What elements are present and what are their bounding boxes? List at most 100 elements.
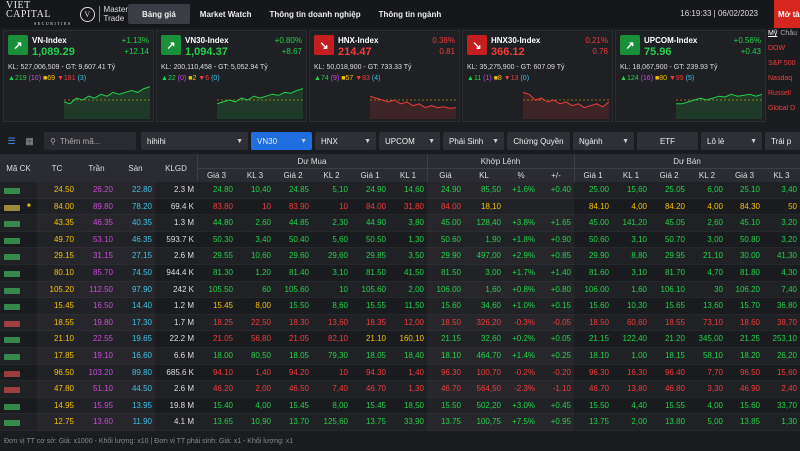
column-header[interactable]: KLGD — [155, 164, 197, 173]
column-header[interactable]: Giá 1 — [574, 171, 612, 180]
watchlist-select[interactable]: hihihi ▼ — [141, 132, 248, 150]
column-header[interactable]: +/- — [538, 171, 574, 180]
cell-sk3: 15,60 — [776, 367, 797, 377]
list-view-icon[interactable]: ☰ — [5, 135, 18, 148]
stock-symbol-redacted[interactable] — [4, 370, 20, 377]
search-input[interactable]: ⚲ Thêm mã... — [44, 132, 136, 150]
column-header[interactable]: KL 2 — [312, 171, 351, 180]
stock-symbol-redacted[interactable] — [4, 403, 20, 410]
column-header[interactable]: Trần — [77, 164, 116, 173]
stock-symbol-redacted[interactable] — [4, 420, 20, 427]
index-card[interactable]: ↘ HNX-Index 214.47 0.38% 0.81 KL: 50,018… — [309, 30, 460, 122]
flag-icon: ■ — [27, 202, 31, 209]
column-header[interactable]: KL 3 — [763, 171, 800, 180]
board-select-derivatives[interactable]: Phái Sinh ▼ — [443, 132, 504, 150]
column-header[interactable]: Giá 2 — [650, 171, 688, 180]
column-header[interactable]: % — [504, 171, 538, 180]
index-card[interactable]: ↘ HNX30-Index 366.12 0.21% 0.76 KL: 35,2… — [462, 30, 613, 122]
index-card[interactable]: ↗ VN-Index 1,089.29 +1.13% +12.14 KL: 52… — [3, 30, 154, 122]
world-tab-us[interactable]: Mỹ — [768, 30, 777, 37]
cell-s2: 15.65 — [664, 301, 685, 311]
nav-industry-info[interactable]: Thông tin ngành — [371, 4, 450, 24]
table-row[interactable]: 12.75 13.60 11.90 4.1 M 13.65 10,90 13.70 125,6… — [0, 414, 800, 431]
board-select-bonds[interactable]: Trái p — [765, 132, 800, 150]
unchanged: 57 — [345, 75, 354, 82]
logo[interactable]: VIET CAPITAL SECURITIES V Master Trade — [0, 0, 128, 28]
index-card[interactable]: ↗ VN30-Index 1,094.37 +0.80% +8.67 KL: 2… — [156, 30, 307, 122]
index-value: 75.96 — [644, 46, 672, 58]
cell-p: 81.50 — [440, 268, 461, 277]
stock-symbol-redacted[interactable] — [4, 221, 20, 228]
stock-symbol-redacted[interactable] — [4, 237, 20, 244]
table-row[interactable]: 105.20 112.50 97.90 242 K 105.50 60 105.60 10 10… — [0, 281, 800, 299]
stock-symbol-redacted[interactable] — [4, 304, 20, 311]
ceiling-count: (9) — [330, 75, 340, 82]
stock-symbol-redacted[interactable] — [4, 354, 20, 360]
open-account-button[interactable]: Mở tài khoản — [774, 0, 800, 28]
table-row[interactable]: 24.50 26.20 22.80 2.3 M 24.80 10,40 24.85 5,10 2… — [0, 182, 800, 199]
table-row[interactable]: ■ 84.00 89.80 78.20 69.4 K 83.80 10 83.90 10 84.0… — [0, 198, 800, 216]
world-item[interactable]: DOW — [768, 45, 800, 52]
column-header[interactable]: Sàn — [116, 164, 155, 173]
table-row[interactable]: 29.15 31.15 27.15 2.6 M 29.55 10,60 29.60 29,60… — [0, 248, 800, 265]
column-header[interactable]: Giá 1 — [351, 171, 389, 180]
stock-symbol-redacted[interactable] — [4, 204, 20, 211]
world-tab-asia[interactable]: Châu — [780, 30, 797, 37]
board-etf[interactable]: ETF — [637, 132, 698, 150]
stock-symbol-redacted[interactable] — [4, 254, 20, 261]
table-row[interactable]: 17.85 19.10 16.60 6.6 M 18.00 80,50 18.05 79,30… — [0, 348, 800, 365]
world-item[interactable]: S&P 500 — [768, 60, 800, 67]
board-select-odd-lot[interactable]: Lô lẻ ▼ — [701, 132, 762, 150]
cell-tran: 19.80 — [92, 317, 113, 327]
breadth-up-icon: ▲ — [467, 75, 474, 82]
cell-s2: 25.05 — [664, 185, 685, 194]
cell-sk2: 2,60 — [707, 218, 723, 228]
stock-symbol-redacted[interactable] — [4, 320, 20, 327]
column-header[interactable]: Giá 2 — [274, 171, 312, 180]
world-item[interactable]: Russell — [768, 90, 800, 97]
column-header[interactable]: Giá 3 — [726, 171, 763, 180]
table-row[interactable]: 43.35 46.35 40.35 1.3 M 44.80 2,60 44.85 2,30 44… — [0, 215, 800, 232]
board-warrants[interactable]: Chứng Quyền — [507, 132, 570, 150]
column-header[interactable]: KL 1 — [612, 171, 650, 180]
grid-view-icon[interactable]: ▦ — [23, 135, 36, 148]
column-header[interactable]: KL — [464, 171, 504, 180]
column-header[interactable]: KL 1 — [389, 171, 427, 180]
table-row[interactable]: 18.55 19.80 17.30 1.7 M 18.25 22,50 18.30 13,60… — [0, 314, 800, 332]
cell-p: 24.90 — [440, 185, 461, 194]
stock-symbol-redacted[interactable] — [4, 188, 20, 194]
cell-b1: 21.10 — [365, 334, 386, 344]
board-select-vn30[interactable]: VN30 ▼ — [251, 132, 312, 150]
cell-s2: 46.80 — [664, 384, 685, 394]
table-row[interactable]: 15.45 16.50 14.40 1.2 M 15.45 8,00 15.50 8,60 15… — [0, 298, 800, 315]
cell-s1: 45.00 — [588, 218, 609, 228]
stock-symbol-redacted[interactable] — [4, 271, 20, 277]
table-row[interactable]: 80.10 85.70 74.50 944.4 K 81.30 1,20 81.40 3,10… — [0, 265, 800, 282]
column-header[interactable]: Giá — [427, 171, 464, 180]
column-header[interactable]: KL 2 — [688, 171, 726, 180]
column-header[interactable]: Mã CK — [0, 164, 37, 173]
cell-s1: 81.60 — [588, 268, 609, 277]
world-item[interactable]: Global D — [768, 105, 800, 112]
board-select-hnx[interactable]: HNX ▼ — [315, 132, 376, 150]
cell-sk1: 8,80 — [631, 251, 647, 261]
column-header[interactable]: KL 3 — [236, 171, 274, 180]
nav-market-watch[interactable]: Market Watch — [192, 4, 260, 24]
world-item[interactable]: Nasdaq — [768, 75, 800, 82]
table-row[interactable]: 21.10 22.55 19.65 22.2 M 21.05 56,80 21.05 82,1… — [0, 331, 800, 348]
stock-symbol-redacted[interactable] — [4, 287, 20, 294]
nav-company-info[interactable]: Thông tin doanh nghiệp — [262, 4, 369, 24]
nav-bang-gia[interactable]: Bảng giá — [128, 4, 190, 24]
stock-symbol-redacted[interactable] — [4, 337, 20, 344]
board-select-industry[interactable]: Ngành ▼ — [573, 132, 634, 150]
table-row[interactable]: 49.70 53.10 46.35 593.7 K 50.30 3,40 50.40 5,60… — [0, 231, 800, 249]
stock-symbol-redacted[interactable] — [4, 387, 20, 394]
table-row[interactable]: 14.95 15.95 13.95 19.8 M 15.40 4,00 15.45 8,00 1… — [0, 397, 800, 415]
index-card[interactable]: ↗ UPCOM-Index 75.96 +0.56% +0.43 KL: 18,… — [615, 30, 766, 122]
table-row[interactable]: 96.50 103.20 89.80 685.6 K 94.10 1,40 94.20 10 9… — [0, 364, 800, 382]
column-header[interactable]: TC — [37, 164, 77, 173]
cell-tran: 46.35 — [92, 218, 113, 228]
board-select-upcom[interactable]: UPCOM ▼ — [379, 132, 440, 150]
table-row[interactable]: 47.80 51.10 44.50 2.6 M 46.20 2,00 46.50 7,40 46… — [0, 381, 800, 398]
column-header[interactable]: Giá 3 — [197, 171, 236, 180]
